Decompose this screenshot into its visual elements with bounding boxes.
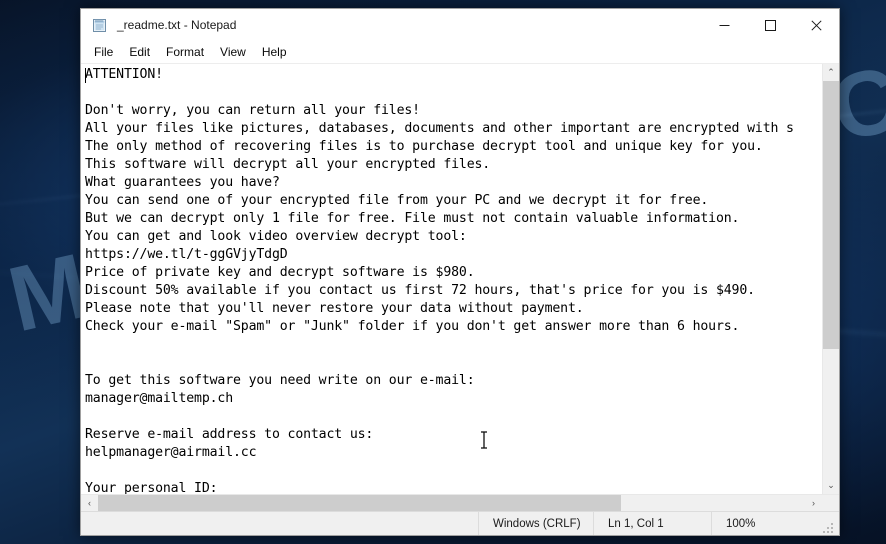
text-row: ATTENTION! Don't worry, you can return a… <box>81 64 839 494</box>
notepad-window: _readme.txt - Notepad File Edit Format V… <box>80 8 840 536</box>
menu-item-format[interactable]: Format <box>158 43 212 61</box>
horizontal-scroll-track[interactable] <box>98 495 805 511</box>
horizontal-scrollbar[interactable]: ‹ › <box>81 494 839 511</box>
document-text: ATTENTION! Don't worry, you can return a… <box>85 67 794 494</box>
close-button[interactable] <box>793 10 839 41</box>
status-cursor-position: Ln 1, Col 1 <box>593 512 711 535</box>
maximize-button[interactable] <box>747 10 793 41</box>
maximize-icon <box>764 19 776 31</box>
scroll-right-button[interactable]: › <box>805 495 822 511</box>
window-title: _readme.txt - Notepad <box>117 18 237 32</box>
vertical-scrollbar[interactable]: ⌃ ⌄ <box>822 64 839 494</box>
status-spacer <box>81 512 478 535</box>
notepad-icon <box>92 17 108 33</box>
text-caret <box>85 68 86 83</box>
status-zoom-level: 100% <box>711 512 821 535</box>
menu-bar: File Edit Format View Help <box>81 41 839 63</box>
scroll-left-button[interactable]: ‹ <box>81 495 98 511</box>
status-encoding: Windows (CRLF) <box>478 512 593 535</box>
vertical-scroll-track[interactable] <box>823 81 839 477</box>
text-editor[interactable]: ATTENTION! Don't worry, you can return a… <box>81 64 822 494</box>
minimize-icon <box>719 24 729 26</box>
scrollbar-corner <box>822 495 839 511</box>
client-area: ATTENTION! Don't worry, you can return a… <box>81 63 839 511</box>
scroll-down-button[interactable]: ⌄ <box>823 477 839 494</box>
status-bar: Windows (CRLF) Ln 1, Col 1 100% <box>81 511 839 535</box>
vertical-scroll-thumb[interactable] <box>823 81 839 349</box>
menu-item-help[interactable]: Help <box>254 43 295 61</box>
resize-grip-icon[interactable] <box>821 521 837 535</box>
scroll-up-button[interactable]: ⌃ <box>823 64 839 81</box>
menu-item-view[interactable]: View <box>212 43 254 61</box>
minimize-button[interactable] <box>701 10 747 41</box>
title-bar[interactable]: _readme.txt - Notepad <box>81 9 839 41</box>
horizontal-scroll-thumb[interactable] <box>98 495 621 511</box>
menu-item-edit[interactable]: Edit <box>121 43 158 61</box>
close-icon <box>810 19 822 31</box>
menu-item-file[interactable]: File <box>86 43 121 61</box>
